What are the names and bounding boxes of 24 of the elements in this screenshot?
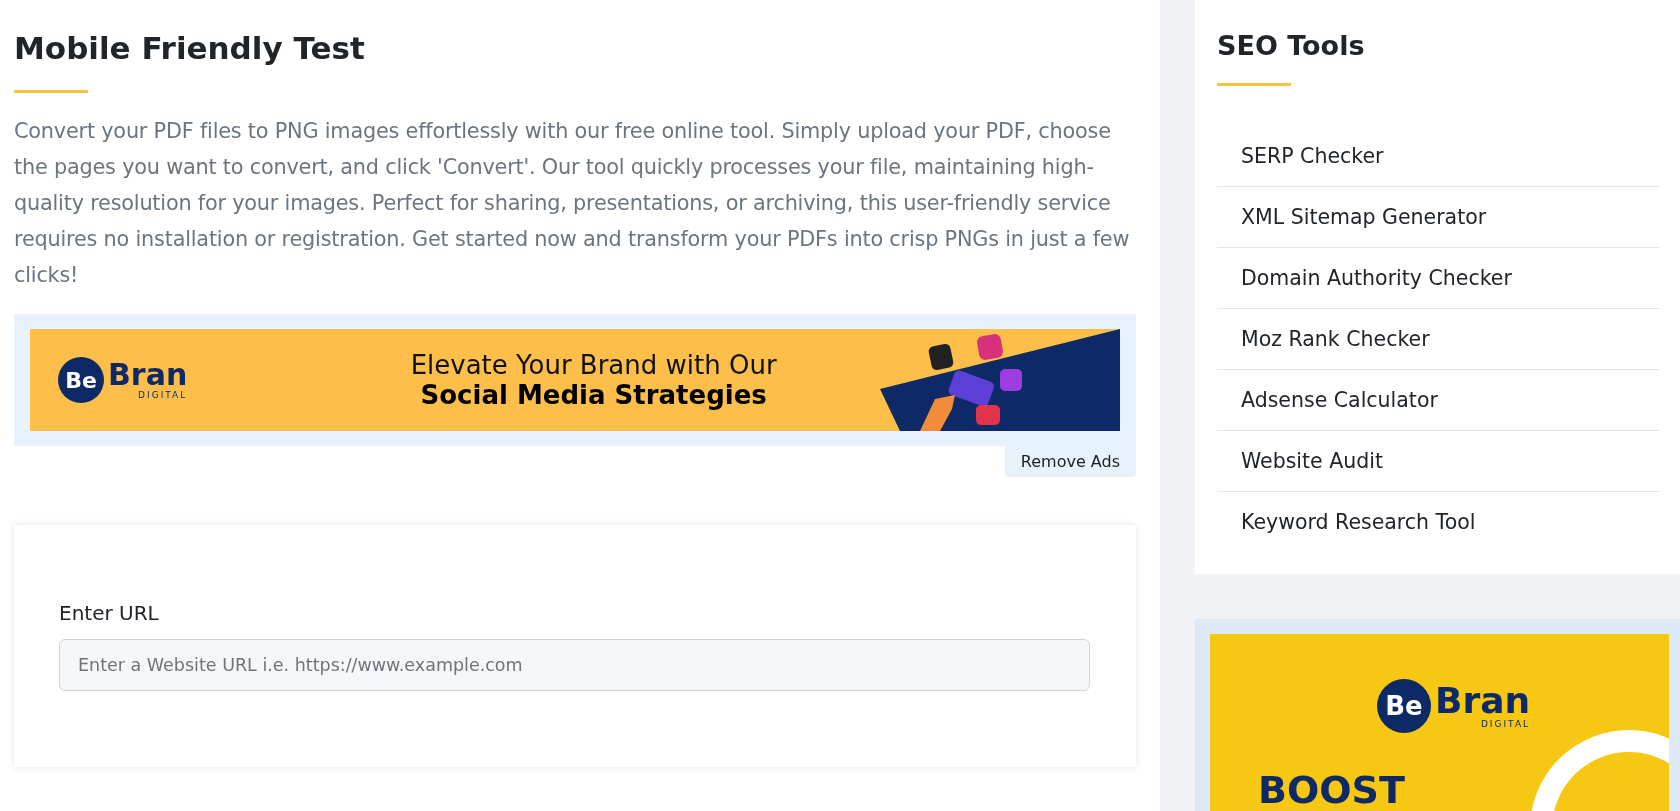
logo-name: Bran: [108, 360, 188, 391]
logo-name: Bran: [1434, 683, 1531, 719]
ad-headline: BOOST: [1258, 771, 1406, 809]
logo-tagline: DIGITAL: [1480, 719, 1531, 729]
sidebar-title: SEO Tools: [1217, 29, 1366, 61]
ad-subheadline: Social Media Strategies: [420, 380, 767, 411]
sidebar-link[interactable]: Adsense Calculator: [1217, 370, 1660, 431]
page-title: Mobile Friendly Test: [14, 30, 366, 68]
logo-tagline: DIGITAL: [138, 390, 188, 401]
sidebar-link[interactable]: Website Audit: [1217, 431, 1660, 492]
remove-ads-button[interactable]: Remove Ads: [1004, 446, 1136, 478]
sidebar-link[interactable]: Domain Authority Checker: [1217, 248, 1660, 309]
ad-headline: Elevate Your Brand with Our: [410, 350, 777, 381]
description: Convert your PDF files to PNG images effortlessly with our free online tool. Simply upload your PDF, choose the pages you want to convert, and click 'Convert'. Our tool quickly processes your file, maintaining high-quality resolution for your images. Perfect for sharing, presentations, or archiving, this user-friendly service requires no installation or registration. Get started now and transform your PDFs into crisp PNGs in just a few clicks!: [14, 118, 1131, 290]
sidebar-link[interactable]: XML Sitemap Generator: [1217, 187, 1660, 248]
sidebar-link[interactable]: SERP Checker: [1217, 126, 1660, 187]
ad-banner[interactable]: Be Bran DIGITAL Elevate Your Brand with Our Social Media Strategies: [30, 329, 1120, 432]
logo-mark: Be: [1376, 679, 1431, 733]
url-input[interactable]: Enter a Website URL i.e. https://www.example.com: [59, 639, 1090, 692]
logo-mark: Be: [58, 357, 104, 404]
ad-banner[interactable]: Be Bran DIGITAL BOOST: [1210, 634, 1669, 811]
url-label: Enter URL: [59, 601, 160, 626]
sidebar-link[interactable]: Moz Rank Checker: [1217, 309, 1660, 370]
sidebar-link[interactable]: Keyword Research Tool: [1217, 492, 1660, 552]
